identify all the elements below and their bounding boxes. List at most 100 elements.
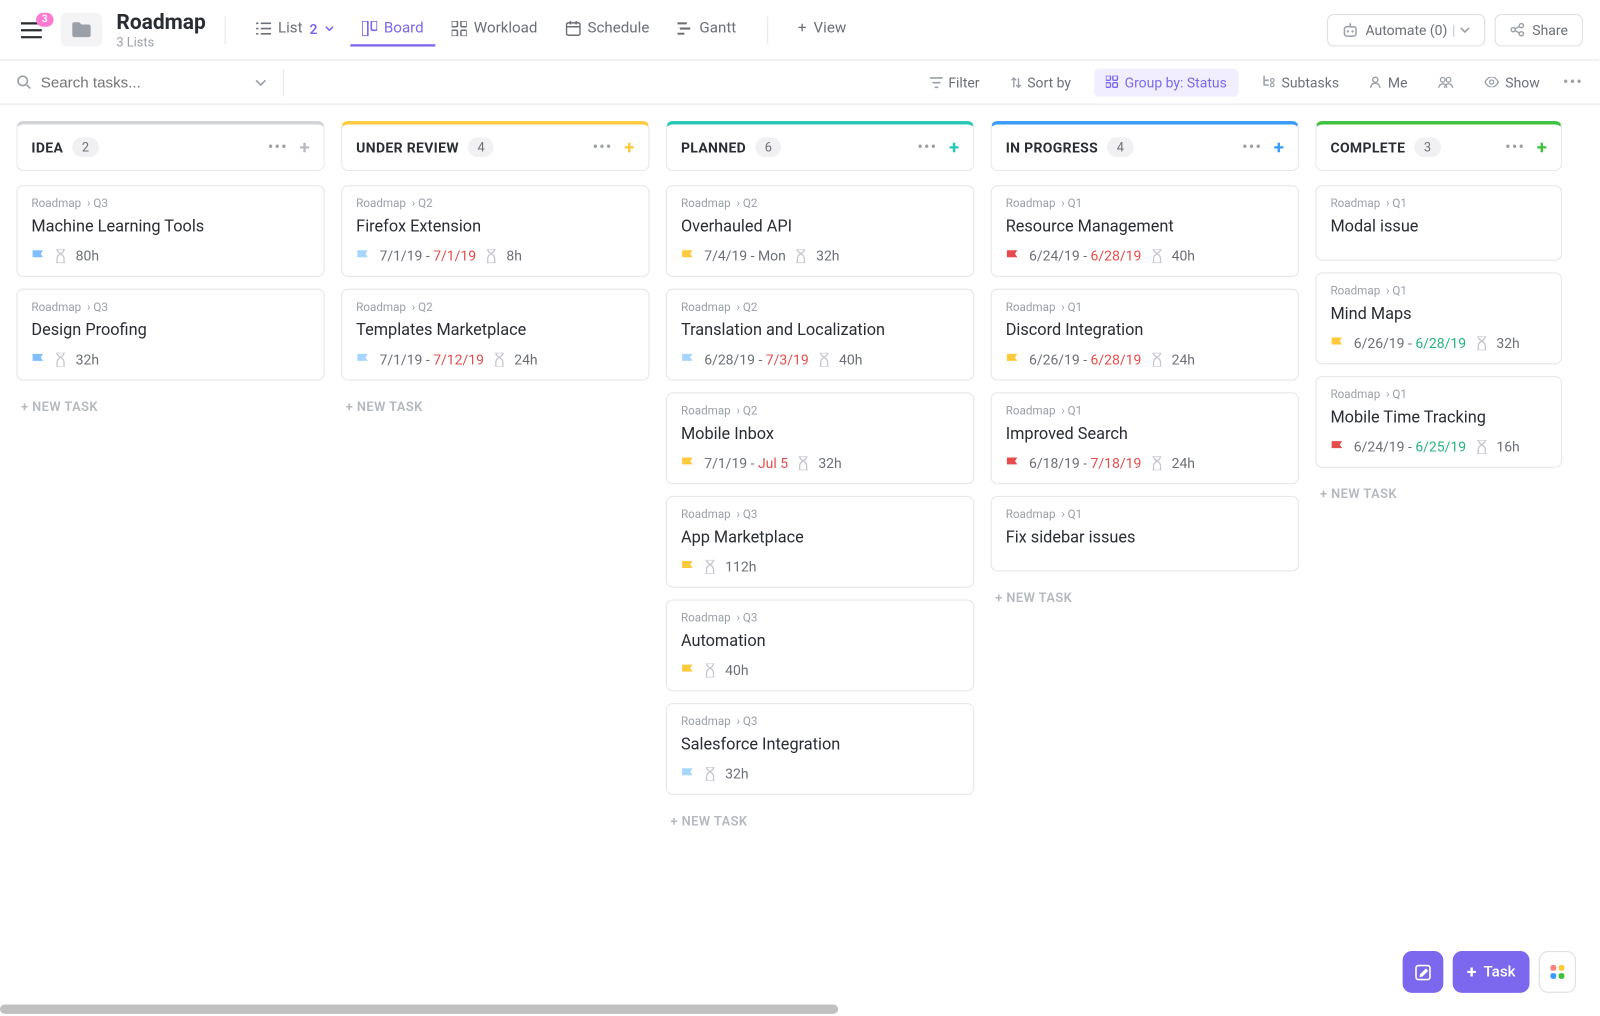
menu-button[interactable]: 3 [16, 17, 46, 43]
card-title: Mind Maps [1330, 305, 1547, 324]
flag-icon[interactable] [681, 559, 695, 574]
new-task-button[interactable]: + NEW TASK [1315, 480, 1562, 509]
flag-icon[interactable] [356, 352, 370, 367]
task-fab[interactable]: + Task [1453, 951, 1530, 993]
flag-icon[interactable] [1006, 456, 1020, 471]
group-button[interactable]: Group by: Status [1094, 68, 1238, 96]
filter-button[interactable]: Filter [923, 69, 987, 95]
search-box[interactable] [16, 73, 266, 90]
new-task-button[interactable]: + NEW TASK [991, 583, 1299, 612]
card-dates: 7/1/19 - 7/12/19 [379, 352, 484, 368]
share-button[interactable]: Share [1495, 13, 1583, 46]
column-menu[interactable]: ••• [593, 138, 613, 157]
task-card[interactable]: Roadmap › Q1 Discord Integration6/26/19 … [991, 289, 1299, 381]
column-add[interactable]: + [1537, 136, 1547, 158]
column-menu[interactable]: ••• [268, 138, 288, 157]
task-card[interactable]: Roadmap › Q2 Templates Marketplace7/1/19… [341, 289, 649, 381]
folder-icon-box[interactable] [61, 13, 103, 47]
new-task-button[interactable]: + NEW TASK [666, 807, 974, 836]
flag-icon[interactable] [681, 249, 695, 264]
card-breadcrumb: Roadmap › Q1 [1006, 405, 1284, 418]
add-view-button[interactable]: + View [786, 13, 858, 47]
column-planned: PLANNED 6 ••• + Roadmap › Q2 Overhauled … [666, 121, 974, 1000]
more-menu[interactable]: ••• [1563, 73, 1583, 92]
card-title: Overhauled API [681, 218, 959, 237]
flag-icon[interactable] [31, 352, 45, 367]
column-header[interactable]: PLANNED 6 ••• + [666, 121, 974, 171]
column-header[interactable]: COMPLETE 3 ••• + [1315, 121, 1562, 171]
task-card[interactable]: Roadmap › Q2 Overhauled API7/4/19 - Mon3… [666, 185, 974, 277]
task-card[interactable]: Roadmap › Q1 Resource Management6/24/19 … [991, 185, 1299, 277]
horizontal-scrollbar[interactable] [0, 1005, 1599, 1014]
flag-icon[interactable] [681, 352, 695, 367]
card-breadcrumb: Roadmap › Q3 [31, 301, 309, 314]
task-card[interactable]: Roadmap › Q1 Mind Maps6/26/19 - 6/28/193… [1315, 272, 1562, 364]
search-input[interactable] [41, 73, 204, 90]
flag-icon[interactable] [681, 766, 695, 781]
chevron-down-icon [1460, 26, 1470, 33]
search-expand[interactable] [255, 79, 267, 86]
flag-icon[interactable] [31, 249, 45, 264]
column-add[interactable]: + [949, 136, 959, 158]
task-card[interactable]: Roadmap › Q3 Machine Learning Tools80h [16, 185, 324, 277]
column-menu[interactable]: ••• [917, 138, 937, 157]
task-card[interactable]: Roadmap › Q2 Translation and Localizatio… [666, 289, 974, 381]
column-idea: IDEA 2 ••• + Roadmap › Q3 Machine Learni… [16, 121, 324, 1000]
task-card[interactable]: Roadmap › Q1 Fix sidebar issues [991, 496, 1299, 572]
flag-icon[interactable] [1006, 352, 1020, 367]
column-add[interactable]: + [624, 136, 634, 158]
view-tab-list[interactable]: List2 [244, 13, 345, 47]
card-dates: 6/26/19 - 6/28/19 [1029, 352, 1141, 368]
task-card[interactable]: Roadmap › Q3 App Marketplace112h [666, 496, 974, 588]
column-add[interactable]: + [299, 136, 309, 158]
card-title: Fix sidebar issues [1006, 528, 1284, 547]
show-button[interactable]: Show [1477, 69, 1546, 95]
flag-icon[interactable] [1330, 336, 1344, 351]
subtasks-button[interactable]: Subtasks [1255, 69, 1346, 95]
flag-icon[interactable] [1330, 439, 1344, 454]
hourglass-icon [493, 353, 505, 367]
notepad-fab[interactable] [1403, 951, 1444, 993]
task-card[interactable]: Roadmap › Q1 Mobile Time Tracking6/24/19… [1315, 376, 1562, 468]
sort-button[interactable]: Sort by [1003, 69, 1078, 95]
hourglass-icon [1475, 440, 1487, 454]
column-add[interactable]: + [1274, 136, 1284, 158]
card-dates: 6/28/19 - 7/3/19 [704, 352, 809, 368]
column-header[interactable]: UNDER REVIEW 4 ••• + [341, 121, 649, 171]
flag-icon[interactable] [681, 663, 695, 678]
view-tab-workload[interactable]: Workload [440, 13, 549, 47]
card-meta: 6/24/19 - 6/28/1940h [1006, 248, 1284, 264]
flag-icon[interactable] [1006, 249, 1020, 264]
task-card[interactable]: Roadmap › Q3 Automation40h [666, 599, 974, 691]
view-tab-gantt[interactable]: Gantt [666, 13, 748, 47]
column-menu[interactable]: ••• [1505, 138, 1525, 157]
apps-fab[interactable] [1539, 951, 1576, 993]
task-card[interactable]: Roadmap › Q3 Salesforce Integration32h [666, 703, 974, 795]
me-button[interactable]: Me [1362, 69, 1414, 95]
flag-icon[interactable] [356, 249, 370, 264]
card-meta: 6/18/19 - 7/18/1924h [1006, 455, 1284, 471]
flag-icon[interactable] [681, 456, 695, 471]
card-breadcrumb: Roadmap › Q1 [1330, 285, 1547, 298]
card-hours: 24h [514, 352, 537, 368]
card-title: Discord Integration [1006, 321, 1284, 340]
new-task-button[interactable]: + NEW TASK [341, 392, 649, 421]
task-card[interactable]: Roadmap › Q3 Design Proofing32h [16, 289, 324, 381]
task-card[interactable]: Roadmap › Q2 Firefox Extension7/1/19 - 7… [341, 185, 649, 277]
new-task-button[interactable]: + NEW TASK [16, 392, 324, 421]
column-header[interactable]: IDEA 2 ••• + [16, 121, 324, 171]
view-tab-board[interactable]: Board [350, 13, 435, 47]
card-breadcrumb: Roadmap › Q3 [681, 716, 959, 729]
assignees-button[interactable] [1431, 71, 1461, 93]
automate-button[interactable]: Automate (0) | [1327, 13, 1486, 46]
task-card[interactable]: Roadmap › Q2 Mobile Inbox7/1/19 - Jul 53… [666, 392, 974, 484]
view-tab-schedule[interactable]: Schedule [554, 13, 661, 47]
card-hours: 40h [1172, 248, 1195, 264]
task-card[interactable]: Roadmap › Q1 Improved Search 6/18/19 - 7/… [991, 392, 1299, 484]
card-title: Improved Search [1006, 425, 1284, 444]
hourglass-icon [1475, 336, 1487, 350]
column-header[interactable]: IN PROGRESS 4 ••• + [991, 121, 1299, 171]
page-title: Roadmap [116, 10, 205, 34]
task-card[interactable]: Roadmap › Q1 Modal issue [1315, 185, 1562, 261]
column-menu[interactable]: ••• [1242, 138, 1262, 157]
